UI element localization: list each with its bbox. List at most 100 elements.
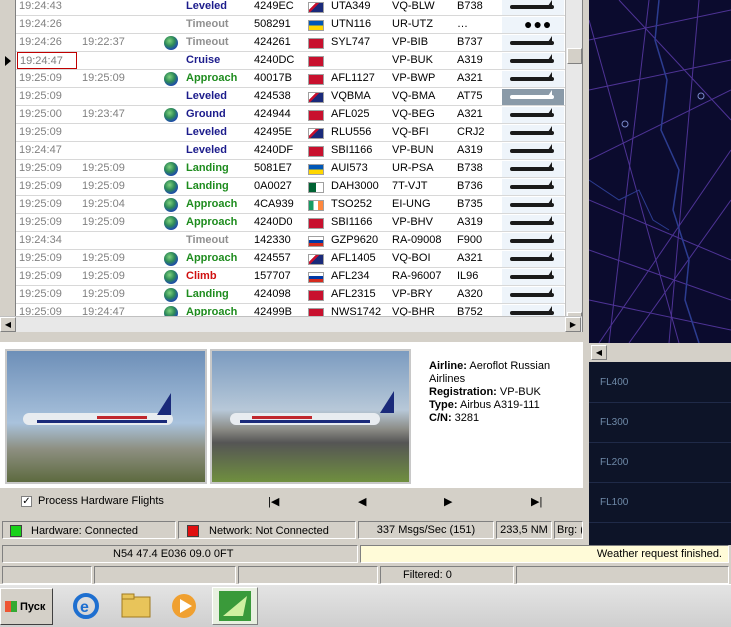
flight-row[interactable]: 19:24:26 19:22:37 Timeout 424261 SYL747 VP-BI… <box>0 34 565 52</box>
process-hardware-checkbox[interactable]: ✓ <box>21 496 32 507</box>
altitude-profile: FL400 FL300 FL200 FL100 <box>589 362 731 545</box>
flight-level-label: FL200 <box>600 457 629 468</box>
flight-level-label: FL400 <box>600 377 629 388</box>
aircraft-type: A321 <box>457 108 483 120</box>
radar-scroll-left-icon[interactable]: ◀ <box>591 345 607 360</box>
globe-icon <box>164 288 178 302</box>
row-indicator[interactable] <box>0 0 16 16</box>
flight-row[interactable]: 19:25:09 19:25:09 Landing 424098 AFL2315 VP-B… <box>0 286 565 304</box>
first-photo-button[interactable]: |◀ <box>268 495 279 508</box>
last-position-time: 19:25:04 <box>82 198 125 210</box>
flight-status: Approach <box>186 72 238 84</box>
globe-icon <box>164 270 178 284</box>
flight-status: Leveled <box>186 126 227 138</box>
flight-row[interactable]: 19:25:09 19:25:09 Approach 4240D0 SBI1166 VP-… <box>0 214 565 232</box>
aircraft-silhouette <box>502 0 564 15</box>
table-scroll-thumb[interactable] <box>567 48 582 64</box>
aircraft-type: F900 <box>457 234 483 246</box>
callsign: AFL234 <box>331 270 370 282</box>
row-indicator[interactable] <box>0 178 16 196</box>
aircraft-photo-2[interactable] <box>210 349 411 484</box>
registration: VP-BUK <box>392 54 433 66</box>
last-position-time: 19:25:09 <box>82 162 125 174</box>
internet-explorer-icon[interactable]: e <box>68 589 104 623</box>
flight-row[interactable]: 19:24:47 Leveled 4240DF SBI1166 VP-BUN A319 <box>0 142 565 160</box>
country-flag-icon <box>308 200 324 211</box>
scroll-right-icon[interactable]: ▶ <box>565 317 581 332</box>
row-indicator[interactable] <box>0 286 16 304</box>
row-indicator[interactable] <box>0 16 16 34</box>
weather-status: Weather request finished. <box>360 545 729 563</box>
row-indicator[interactable] <box>0 160 16 178</box>
flight-row[interactable]: 19:25:09 Leveled 424538 VQBMA VQ-BMA AT75 <box>0 88 565 106</box>
globe-icon <box>164 162 178 176</box>
flight-level-line <box>589 442 731 443</box>
last-position-time: 19:25:09 <box>82 180 125 192</box>
media-player-icon[interactable] <box>166 589 202 623</box>
aircraft-photo-1[interactable] <box>5 349 207 484</box>
flight-status: Approach <box>186 198 238 210</box>
flight-row[interactable]: 19:25:09 19:25:09 Landing 5081E7 AUI573 UR-PS… <box>0 160 565 178</box>
start-button[interactable]: Пуск <box>0 588 53 625</box>
next-photo-button[interactable]: ▶ <box>444 495 452 508</box>
flight-row[interactable]: 19:25:00 19:23:47 Ground 424944 AFL025 VQ-BEG… <box>0 106 565 124</box>
row-indicator[interactable] <box>0 196 16 214</box>
aircraft-silhouette <box>502 269 564 285</box>
scroll-left-icon[interactable]: ◀ <box>0 317 16 332</box>
row-indicator[interactable] <box>0 52 16 70</box>
cn-value: 3281 <box>454 412 480 424</box>
table-vertical-scrollbar[interactable]: ▼ <box>565 0 582 327</box>
row-indicator[interactable] <box>0 124 16 142</box>
radar-scrollbar[interactable]: ◀ <box>589 343 731 362</box>
flight-table: 19:24:43 Leveled 4249EC UTA349 VQ-BLW B738 19:… <box>0 0 583 332</box>
network-status: Network: Not Connected <box>178 521 356 539</box>
last-photo-button[interactable]: ▶| <box>531 495 542 508</box>
airplane-icon <box>510 162 554 171</box>
mode-s-code: 40017B <box>254 72 292 84</box>
globe-icon <box>164 216 178 230</box>
table-horizontal-scrollbar[interactable]: ◀ ▶ <box>0 316 582 332</box>
photo-controls: ✓ Process Hardware Flights |◀ ◀ ▶ ▶| <box>0 488 583 518</box>
radar-map[interactable] <box>589 0 731 343</box>
row-indicator[interactable] <box>0 142 16 160</box>
process-hardware-label[interactable]: Process Hardware Flights <box>38 495 164 507</box>
row-indicator[interactable] <box>0 268 16 286</box>
flight-row[interactable]: 19:25:09 19:25:09 Approach 40017B AFL1127 VP-… <box>0 70 565 88</box>
airplane-icon <box>510 108 554 117</box>
file-explorer-icon[interactable] <box>118 589 154 623</box>
airplane-icon <box>510 288 554 297</box>
radarbox-icon[interactable] <box>212 587 258 625</box>
flight-row[interactable]: 19:25:09 19:25:09 Climb 157707 AFL234 RA-9600… <box>0 268 565 286</box>
row-indicator[interactable] <box>0 106 16 124</box>
registration: RA-09008 <box>392 234 442 246</box>
flight-row[interactable]: 19:24:34 Timeout 142330 GZP9620 RA-09008 F900 <box>0 232 565 250</box>
row-indicator[interactable] <box>0 232 16 250</box>
first-seen-time: 19:25:09 <box>19 252 62 264</box>
network-status-icon <box>187 525 199 537</box>
row-indicator[interactable] <box>0 250 16 268</box>
flight-status: Approach <box>186 252 238 264</box>
row-indicator[interactable] <box>0 214 16 232</box>
flight-row[interactable]: 19:24:47 Cruise 4240DC VP-BUK A319 <box>0 52 565 70</box>
callsign: AFL2315 <box>331 288 376 300</box>
hardware-status-text: Hardware: Connected <box>31 525 139 537</box>
flight-row[interactable]: 19:24:26 Timeout 508291 UTN116 UR-UTZ … ●●● <box>0 16 565 34</box>
flight-row[interactable]: 19:25:09 19:25:04 Approach 4CA939 TSO252 EI-U… <box>0 196 565 214</box>
flight-row[interactable]: 19:25:09 Leveled 42495E RLU556 VQ-BFI CRJ2 <box>0 124 565 142</box>
flight-row[interactable]: 19:24:43 Leveled 4249EC UTA349 VQ-BLW B738 <box>0 0 565 16</box>
row-indicator[interactable] <box>0 70 16 88</box>
row-indicator[interactable] <box>0 88 16 106</box>
registration: RA-96007 <box>392 270 442 282</box>
country-flag-icon <box>308 110 324 121</box>
aircraft-type: B737 <box>457 36 483 48</box>
mode-s-code: 424261 <box>254 36 291 48</box>
flight-status: Leveled <box>186 0 227 12</box>
flight-row[interactable]: 19:25:09 19:25:09 Landing 0A0027 DAH3000 7T-V… <box>0 178 565 196</box>
airplane-icon <box>510 252 554 261</box>
previous-photo-button[interactable]: ◀ <box>358 495 366 508</box>
flight-row[interactable]: 19:25:09 19:25:09 Approach 424557 AFL1405 VQ-… <box>0 250 565 268</box>
flight-status: Climb <box>186 270 217 282</box>
row-indicator[interactable] <box>0 34 16 52</box>
aircraft-silhouette <box>502 197 564 213</box>
first-seen-time: 19:25:00 <box>19 108 62 120</box>
